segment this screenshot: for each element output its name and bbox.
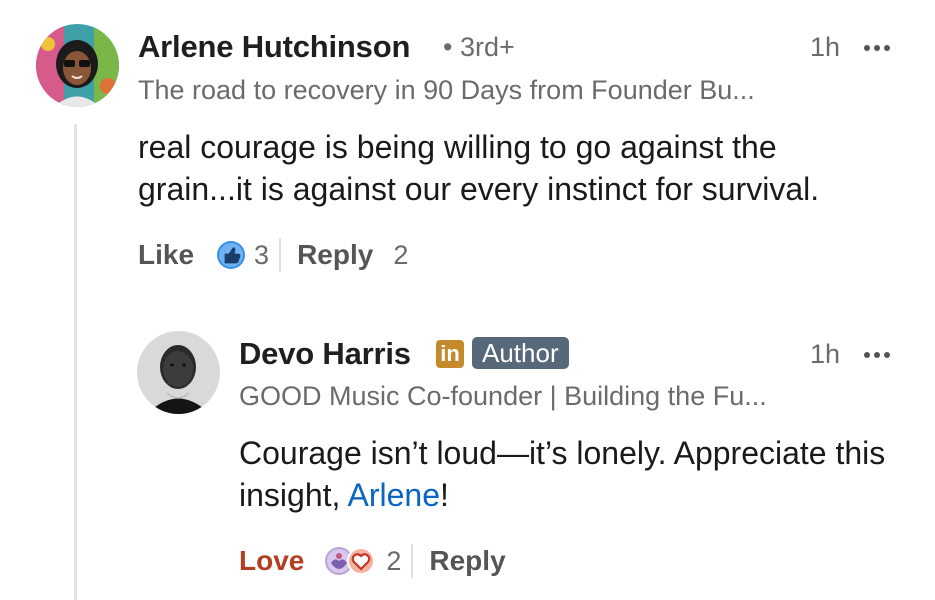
like-count[interactable]: 3 bbox=[254, 240, 269, 271]
reply-text: Courage isn’t loud—it’s lonely. Apprecia… bbox=[239, 432, 899, 516]
reply-time: 1h bbox=[810, 339, 841, 369]
love-button[interactable]: Love bbox=[239, 545, 304, 577]
reply-text-main: Courage isn’t loud—it’s lonely. Apprecia… bbox=[239, 435, 886, 513]
comment-text: real courage is being willing to go agai… bbox=[138, 129, 820, 207]
like-button[interactable]: Like bbox=[138, 239, 194, 271]
reply-count[interactable]: 2 bbox=[393, 240, 408, 271]
linkedin-badge-icon: in bbox=[436, 340, 464, 368]
connection-degree: • 3rd+ bbox=[443, 32, 515, 62]
thread-line bbox=[74, 124, 77, 600]
action-divider bbox=[279, 238, 282, 272]
reaction-icons[interactable] bbox=[324, 546, 378, 576]
love-heart-icon bbox=[347, 547, 376, 575]
avatar-arlene[interactable] bbox=[36, 24, 119, 107]
author-badge: Author bbox=[472, 337, 569, 369]
reply-author-name[interactable]: Devo Harris bbox=[239, 336, 411, 372]
mention-link[interactable]: Arlene bbox=[348, 477, 441, 513]
reply-text-end: ! bbox=[440, 477, 449, 513]
comment-more-icon[interactable] bbox=[864, 45, 890, 51]
like-thumb-icon[interactable] bbox=[216, 240, 246, 270]
comment-time: 1h bbox=[810, 32, 841, 62]
reply-to-reply-button[interactable]: Reply bbox=[429, 545, 505, 577]
reply-button[interactable]: Reply bbox=[297, 239, 373, 271]
reply-more-icon[interactable] bbox=[864, 352, 890, 358]
reply-author-headline: GOOD Music Co-founder | Building the Fu.… bbox=[239, 381, 767, 411]
reply-actions: Love 2 Reply bbox=[239, 541, 506, 581]
action-divider bbox=[411, 544, 414, 578]
avatar-devo[interactable] bbox=[137, 331, 220, 414]
reaction-count[interactable]: 2 bbox=[386, 546, 401, 577]
comment-author-name[interactable]: Arlene Hutchinson bbox=[138, 29, 410, 65]
comment-actions: Like 3 Reply 2 bbox=[138, 235, 408, 275]
comment-author-headline: The road to recovery in 90 Days from Fou… bbox=[138, 75, 755, 105]
